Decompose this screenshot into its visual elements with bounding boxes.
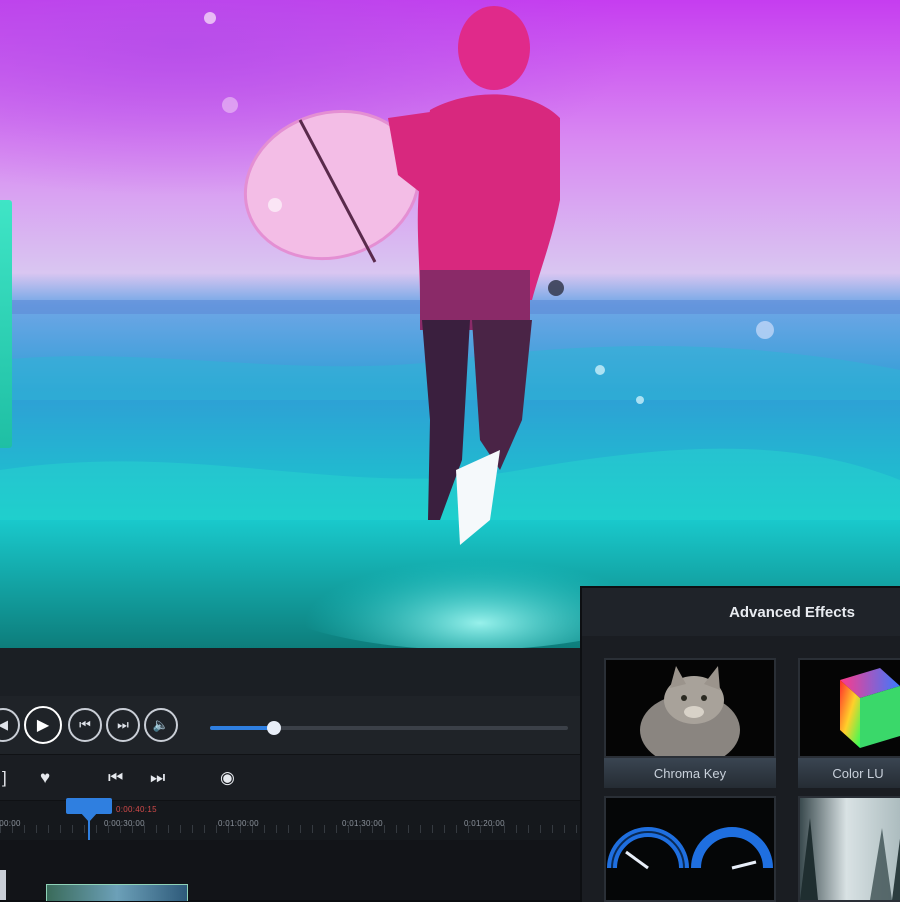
volume-icon: 🔈 xyxy=(152,717,170,732)
timeline-toolbar: ] ♥ ⏮ ⏭ ◉ xyxy=(0,754,580,801)
effect-label: Color LU xyxy=(798,758,900,788)
ruler-timecode: 0:00:00 xyxy=(0,819,21,828)
track-marker xyxy=(0,870,6,900)
scrub-progress xyxy=(210,726,275,730)
prev-frame-icon: ◀ xyxy=(0,717,8,732)
play-icon: ▶ xyxy=(36,717,50,734)
bracket-icon[interactable]: ] xyxy=(2,769,7,787)
ruler-timecode: 0:01:30:00 xyxy=(342,819,383,828)
gauge-thumbnail-icon xyxy=(606,798,774,900)
effect-fog[interactable] xyxy=(798,796,900,902)
ruler-timecode: 0:00:30:00 xyxy=(104,819,145,828)
scrub-bar[interactable] xyxy=(210,721,568,735)
step-forward-icon: ⏭ xyxy=(117,717,129,732)
favorite-heart-icon[interactable]: ♥ xyxy=(40,769,50,787)
video-preview[interactable] xyxy=(0,0,900,650)
effect-label: Chroma Key xyxy=(604,758,776,788)
playhead-timecode: 0:00:40:15 xyxy=(116,805,157,814)
effect-gauge[interactable] xyxy=(604,796,776,902)
advanced-effects-panel: Advanced Effects Chroma Key Color LU xyxy=(580,586,900,902)
editor-header-strip xyxy=(0,648,580,697)
jump-to-end-icon[interactable]: ⏭ xyxy=(150,769,165,787)
color-cube-thumbnail-icon xyxy=(800,660,900,756)
fog-thumbnail-icon xyxy=(800,798,900,900)
step-back-button[interactable]: ⏮ xyxy=(68,708,102,742)
ruler-timecode: 0:01:00:00 xyxy=(218,819,259,828)
effect-chroma-key[interactable] xyxy=(604,658,776,758)
play-button[interactable]: ▶ xyxy=(24,706,62,744)
step-back-icon: ⏮ xyxy=(79,717,91,732)
effect-color-lut[interactable] xyxy=(798,658,900,758)
cat-thumbnail-icon xyxy=(606,660,774,756)
video-clip[interactable] xyxy=(46,884,188,901)
panel-title: Advanced Effects xyxy=(582,588,900,636)
side-panel-tab[interactable] xyxy=(0,200,12,448)
volume-button[interactable]: 🔈 xyxy=(144,708,178,742)
surfer-video-frame xyxy=(0,0,900,650)
ruler-timecode: 0:01:20:00 xyxy=(464,819,505,828)
step-forward-button[interactable]: ⏭ xyxy=(106,708,140,742)
marker-pin-icon[interactable]: ◉ xyxy=(220,769,235,787)
timeline-tracks[interactable] xyxy=(0,840,580,901)
timeline-editor: ◀ ▶ ⏮ ⏭ 🔈 ] ♥ ⏮ ⏭ ◉ 0:00:40:15 0:00:00 0… xyxy=(0,648,580,901)
jump-to-start-icon[interactable]: ⏮ xyxy=(108,769,123,787)
